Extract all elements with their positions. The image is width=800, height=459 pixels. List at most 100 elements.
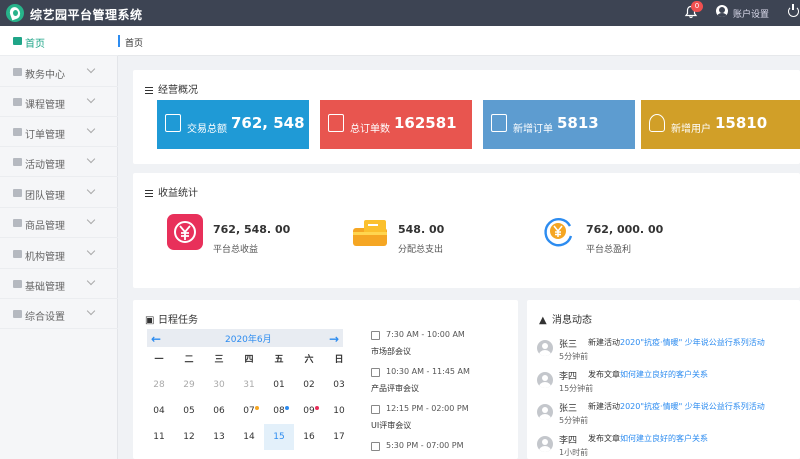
calendar-day[interactable]: 30 [204,372,234,398]
calendar-day[interactable]: 11 [144,424,174,450]
breadcrumb-current[interactable]: 首页 [125,36,143,49]
calendar-day-today[interactable]: 15 [264,424,294,450]
prev-month-arrow-icon[interactable]: ← [151,332,161,346]
agenda-title: 产品评审会议 [371,384,419,393]
breadcrumb-marker [118,35,120,47]
stat-card-new-users[interactable]: 新增用户 15810 [641,100,800,149]
message-user: 李四 [559,372,578,382]
calendar-day[interactable]: 03 [324,372,354,398]
stat-card-orders[interactable]: 总订单数 162581 [320,100,472,149]
account-icon[interactable] [716,5,728,17]
agenda-title: 市场部会议 [371,347,411,356]
calendar-day[interactable]: 14 [234,424,264,450]
sidebar-item-orders[interactable]: 订单管理 [0,117,118,147]
message-action: 新建活动 [588,402,620,411]
message-link[interactable]: 如何建立良好的客户关系 [620,433,708,444]
message-item[interactable]: 张三 5分钟前 新建活动 2020"抗疫·情暖" 少年说公益行系列活动 [537,336,800,366]
agenda-title: UI评审会议 [371,421,412,430]
sidebar-item-label: 商品管理 [25,221,65,232]
calendar-day[interactable]: 28 [144,372,174,398]
cash-icon [353,220,387,246]
stat-value: 762, 548 [231,114,305,132]
sidebar-item-activities[interactable]: 活动管理 [0,147,118,177]
earnings-panel: 收益统计 762, 548. 00 平台总收益 548. 00 分配总支出 76… [133,173,800,288]
calendar-day[interactable]: 16 [294,424,324,450]
stat-label: 新增用户 [671,124,711,135]
calendar-icon [371,442,380,451]
sidebar-item-teams[interactable]: 团队管理 [0,178,118,208]
event-dot [255,406,259,410]
sidebar-item-home[interactable]: 首页 [0,26,118,56]
weekday-label: 六 [304,355,314,365]
message-user: 张三 [559,404,578,414]
checklist-icon [491,114,507,132]
stat-card-new-orders[interactable]: 新增订单 5813 [483,100,635,149]
message-time: 1小时前 [559,448,589,457]
weekday-label: 四 [244,355,254,365]
sidebar-item-academic[interactable]: 教务中心 [0,57,118,87]
calendar-day[interactable]: 05 [174,398,204,424]
message-item[interactable]: 张三 5分钟前 新建活动 2020"抗疫·情暖" 少年说公益行系列活动 [537,400,800,430]
breadcrumb: 首页 [118,26,800,56]
message-item[interactable]: 李四 1小时前 发布文章 如何建立良好的客户关系 [537,432,800,459]
calendar-day[interactable]: 13 [204,424,234,450]
sidebar-item-label: 综合设置 [25,312,65,323]
account-settings-link[interactable]: 账户设置 [733,7,769,20]
message-item[interactable]: 李四 15分钟前 发布文章 如何建立良好的客户关系 [537,368,800,398]
yen-exchange-icon [167,214,203,250]
app-title: 综艺园平台管理系统 [30,8,143,22]
earnings-title: 收益统计 [145,184,198,199]
calendar-day[interactable]: 01 [264,372,294,398]
chevron-down-icon [86,276,96,286]
power-icon[interactable] [788,4,799,17]
chevron-down-icon [86,154,96,164]
sidebar-item-label: 团队管理 [25,191,65,202]
message-user: 李四 [559,436,578,446]
yen-cycle-icon [544,218,573,247]
avatar [537,404,553,420]
sidebar-item-products[interactable]: 商品管理 [0,208,118,238]
earnings-title-text: 收益统计 [158,188,198,199]
stat-label: 总订单数 [350,124,390,135]
earning-label: 分配总支出 [398,245,444,255]
calendar-day[interactable]: 07 [234,398,264,424]
calendar-day[interactable]: 12 [174,424,204,450]
sidebar-item-basic[interactable]: 基础管理 [0,269,118,299]
stat-card-transactions[interactable]: 交易总额 762, 548 [157,100,309,149]
calendar-day[interactable]: 17 [324,424,354,450]
agenda-time: 7:30 AM - 10:00 AM [386,330,465,339]
calendar-day[interactable]: 31 [234,372,264,398]
cart-icon [13,219,22,227]
message-link[interactable]: 2020"抗疫·情暖" 少年说公益行系列活动 [620,401,765,412]
event-dot [285,406,289,410]
overview-panel: 经营概况 交易总额 762, 548 总订单数 162581 新增订单 5813… [133,70,800,164]
calendar-day[interactable]: 29 [174,372,204,398]
team-icon [13,189,22,197]
sidebar-item-label: 首页 [25,39,45,50]
calendar-day[interactable]: 04 [144,398,174,424]
earning-value: 548. 00 [398,223,445,236]
calendar-day[interactable]: 06 [204,398,234,424]
chevron-down-icon [86,215,96,225]
calendar-month: 2020年6月 [225,335,272,345]
avatar [537,436,553,452]
avatar [537,372,553,388]
calendar-day[interactable]: 02 [294,372,324,398]
sidebar-item-settings[interactable]: 综合设置 [0,299,118,329]
calendar-day[interactable]: 10 [324,398,354,424]
chevron-down-icon [86,94,96,104]
calendar-day[interactable]: 08 [264,398,294,424]
sidebar-item-institutions[interactable]: 机构管理 [0,239,118,269]
earning-value: 762, 000. 00 [586,223,664,236]
weekday-label: 日 [334,355,344,365]
stat-label: 交易总额 [187,124,227,135]
stat-value: 5813 [557,114,599,132]
calendar-day[interactable]: 09 [294,398,324,424]
message-link[interactable]: 如何建立良好的客户关系 [620,369,708,380]
message-action: 新建活动 [588,338,620,347]
sidebar-item-label: 机构管理 [25,252,65,263]
next-month-arrow-icon[interactable]: → [329,332,339,346]
sidebar-item-courses[interactable]: 课程管理 [0,87,118,117]
message-link[interactable]: 2020"抗疫·情暖" 少年说公益行系列活动 [620,337,765,348]
sidebar-item-label: 基础管理 [25,282,65,293]
